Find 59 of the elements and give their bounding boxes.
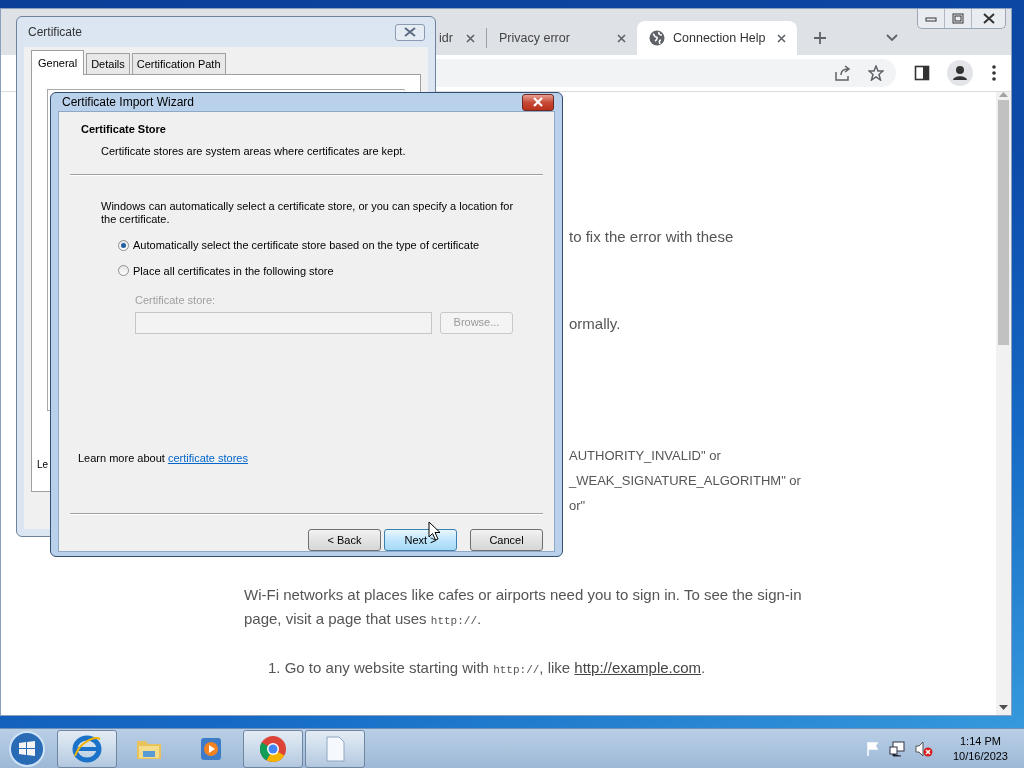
dialog-button[interactable]: Next >	[384, 529, 457, 551]
dialog-text: Le	[37, 458, 49, 472]
instruction-text: Windows can automatically select a certificate store, or you can specify a location for the certificate.	[101, 200, 515, 226]
page-text: _WEAK_SIGNATURE_ALGORITHM" or	[569, 472, 802, 490]
page-text: or"	[569, 497, 587, 515]
close-icon[interactable]	[776, 32, 787, 44]
dialog-button[interactable]: Cancel	[470, 529, 543, 551]
cursor-icon	[428, 521, 441, 541]
menu-icon[interactable]	[991, 64, 997, 82]
option-label[interactable]: Automatically select the certificate store based on the type of certificate	[133, 237, 480, 254]
clock-time: 1:14 PM	[959, 733, 1002, 749]
field-label: Certificate store:	[135, 293, 217, 308]
chevron-down-icon[interactable]	[885, 33, 899, 43]
close-icon[interactable]	[465, 32, 476, 44]
globe-icon	[649, 30, 665, 46]
help-text: Learn more about certificate stores	[78, 450, 249, 466]
browser-tab[interactable]: Connection Help	[637, 21, 797, 55]
page-text: ormally.	[569, 314, 622, 334]
browser-tab[interactable]: idr	[439, 21, 486, 55]
profile-icon[interactable]	[947, 60, 973, 86]
close-icon[interactable]	[404, 27, 416, 37]
dialog-tab[interactable]: Details	[86, 52, 130, 74]
clock[interactable]: 1:14 PM 10/16/2023	[952, 733, 1008, 764]
page-text: to fix the error with these	[569, 227, 735, 247]
browser-icon[interactable]	[258, 733, 288, 764]
section-description: Certificate stores are system areas where certificates are kept.	[101, 143, 407, 159]
dialog-tab[interactable]: General	[31, 49, 85, 75]
speaker-mute-icon[interactable]	[914, 740, 933, 757]
clock-date: 10/16/2023	[952, 748, 1008, 764]
close-icon[interactable]	[981, 12, 996, 25]
scrollbar[interactable]	[996, 92, 1011, 715]
radio-button[interactable]	[118, 239, 129, 251]
window-title: Certificate Import Wizard	[62, 94, 195, 111]
share-icon[interactable]	[834, 65, 852, 81]
close-icon[interactable]	[616, 32, 627, 44]
new-tab-icon[interactable]	[813, 31, 827, 45]
dialog-button[interactable]: < Back	[308, 529, 381, 551]
star-icon[interactable]	[868, 65, 884, 81]
scroll-down-icon[interactable]	[999, 705, 1008, 711]
list-item: 1. Go to any website starting with http://, like http://example.com.	[267, 658, 707, 678]
option-label[interactable]: Place all certificates in the following store	[133, 262, 334, 279]
close-button[interactable]	[395, 23, 425, 41]
maximize-icon[interactable]	[951, 12, 965, 25]
taskbar-button[interactable]	[243, 729, 303, 768]
network-icon[interactable]	[888, 740, 907, 757]
paragraph: Wi-Fi networks at places like cafes or airports need you to sign in. To see the sign-in page, visit a page that uses http://.	[244, 585, 803, 629]
side-panel-icon[interactable]	[914, 65, 930, 81]
close-button[interactable]	[522, 93, 554, 111]
window-title: Certificate	[28, 24, 83, 41]
scrollbar-thumb[interactable]	[998, 100, 1009, 345]
page-link[interactable]: http://example.com	[574, 659, 702, 676]
page-text: AUTHORITY_INVALID" or	[569, 447, 722, 465]
taskbar-button[interactable]	[305, 729, 365, 768]
radio-button[interactable]	[118, 265, 129, 277]
browser-tab[interactable]: Privacy error	[487, 21, 637, 55]
section-heading: Certificate Store	[81, 122, 167, 137]
taskbar-button[interactable]	[57, 729, 117, 768]
dialog-tab[interactable]: Certification Path	[131, 52, 226, 74]
help-link[interactable]: certificate stores	[167, 451, 248, 464]
